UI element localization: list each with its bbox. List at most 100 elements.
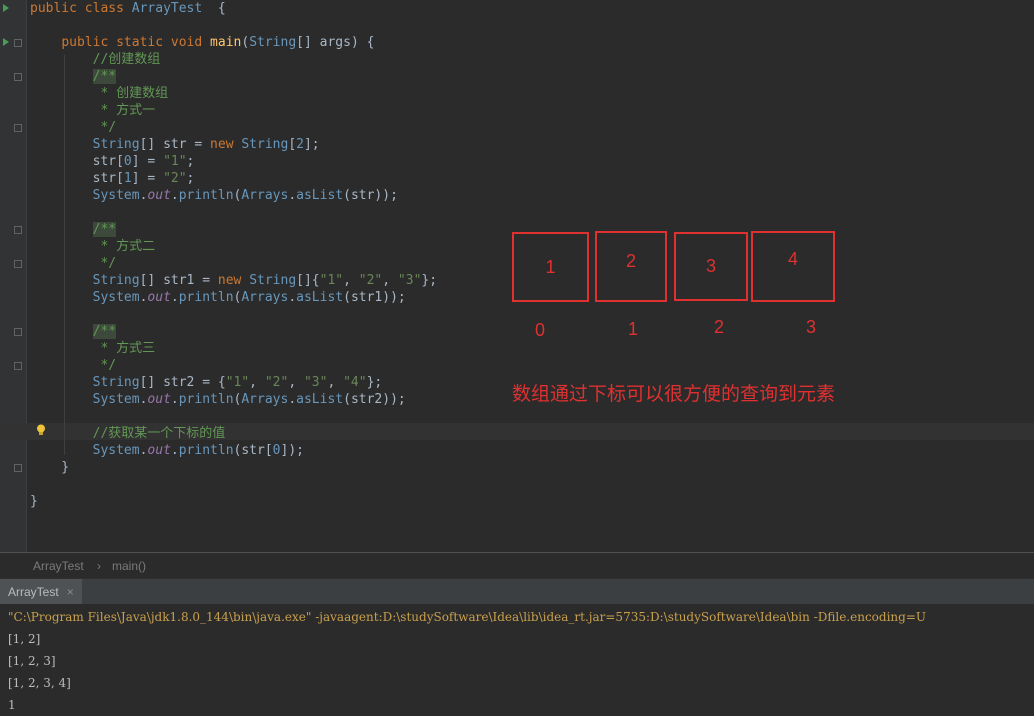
- code-token: [] str1 =: [139, 273, 218, 288]
- code-token: (str1));: [343, 290, 406, 305]
- tab-run-arraytest[interactable]: ArrayTest ×: [0, 579, 82, 605]
- code-token: String: [241, 137, 289, 152]
- fold-icon[interactable]: [14, 39, 22, 47]
- breadcrumb-method[interactable]: main(): [112, 559, 146, 573]
- console-output-line: 1: [8, 698, 16, 712]
- code-line[interactable]: }: [30, 459, 69, 476]
- console-output-line: [1, 2, 3, 4]: [8, 676, 71, 690]
- code-token: ];: [303, 137, 320, 152]
- code-token: class: [84, 1, 132, 16]
- run-main-icon[interactable]: [3, 38, 9, 46]
- code-line[interactable]: * 方式一: [30, 102, 155, 119]
- code-token: public: [30, 1, 85, 16]
- code-token: new: [217, 273, 250, 288]
- fold-icon[interactable]: [14, 464, 22, 472]
- code-token: str[: [30, 154, 124, 169]
- code-line[interactable]: //创建数组: [30, 51, 161, 68]
- code-token: 1: [123, 171, 132, 186]
- fold-icon[interactable]: [14, 73, 22, 81]
- code-line[interactable]: System.out.println(str[0]);: [30, 442, 304, 459]
- code-line[interactable]: * 创建数组: [30, 85, 168, 102]
- code-token: (str2));: [343, 392, 406, 407]
- code-line[interactable]: //获取某一个下标的值: [30, 425, 226, 442]
- close-icon[interactable]: ×: [67, 585, 74, 599]
- run-class-icon[interactable]: [3, 4, 9, 12]
- code-token: .: [170, 188, 179, 203]
- code-token: .: [288, 290, 297, 305]
- code-token: ;: [186, 154, 195, 169]
- code-token: out: [147, 392, 171, 407]
- array-box: 4: [751, 231, 835, 302]
- console-output[interactable]: "C:\Program Files\Java\jdk1.8.0_144\bin\…: [0, 604, 1034, 716]
- console-output-line: [1, 2, 3]: [8, 654, 56, 668]
- code-token: "4": [343, 375, 367, 390]
- code-line[interactable]: String[] str1 = new String[]{"1", "2", "…: [30, 272, 437, 289]
- array-index-label: 3: [806, 317, 817, 337]
- code-token: */: [92, 120, 117, 135]
- code-token: System: [92, 290, 140, 305]
- code-line[interactable]: /**: [30, 221, 117, 238]
- code-token: [: [288, 137, 297, 152]
- code-line[interactable]: System.out.println(Arrays.asList(str1));: [30, 289, 406, 306]
- code-token: .: [288, 188, 297, 203]
- code-token: */: [92, 256, 117, 271]
- fold-icon[interactable]: [14, 124, 22, 132]
- code-token: "1": [319, 273, 344, 288]
- code-line[interactable]: System.out.println(Arrays.asList(str));: [30, 187, 398, 204]
- array-index-label: 0: [535, 320, 546, 340]
- breadcrumb-class[interactable]: ArrayTest: [33, 559, 84, 573]
- code-line[interactable]: str[1] = "2";: [30, 170, 195, 187]
- code-token: }: [30, 494, 38, 509]
- code-token: 0: [123, 154, 132, 169]
- code-line[interactable]: /**: [30, 323, 117, 340]
- code-line[interactable]: */: [30, 255, 116, 272]
- code-token: ArrayTest: [131, 1, 203, 16]
- code-token: * 方式三: [92, 341, 156, 356]
- code-line[interactable]: String[] str2 = {"1", "2", "3", "4"};: [30, 374, 383, 391]
- code-line[interactable]: System.out.println(Arrays.asList(str2));: [30, 391, 406, 408]
- fold-icon[interactable]: [14, 362, 22, 370]
- code-token: out: [147, 188, 171, 203]
- code-token: String: [249, 35, 297, 50]
- fold-icon[interactable]: [14, 328, 22, 336]
- code-line[interactable]: /**: [30, 68, 117, 85]
- code-token: [] str =: [139, 137, 211, 152]
- code-line[interactable]: * 方式三: [30, 340, 155, 357]
- code-line[interactable]: public static void main(String[] args) {: [30, 34, 374, 51]
- array-index-label: 1: [628, 319, 639, 339]
- code-token: out: [147, 290, 171, 305]
- code-token: System: [92, 392, 140, 407]
- code-line[interactable]: */: [30, 119, 116, 136]
- code-token: asList: [296, 392, 344, 407]
- code-token: "2": [264, 375, 289, 390]
- code-token: "1": [225, 375, 250, 390]
- code-line[interactable]: public class ArrayTest {: [30, 0, 226, 17]
- code-token: ] =: [131, 154, 164, 169]
- code-token: str[: [30, 171, 124, 186]
- code-line[interactable]: String[] str = new String[2];: [30, 136, 320, 153]
- array-element-label: 2: [625, 251, 636, 271]
- code-token: String: [92, 137, 140, 152]
- array-box: 1: [512, 232, 589, 302]
- array-element-label: 1: [545, 256, 556, 277]
- code-line[interactable]: * 方式二: [30, 238, 155, 255]
- fold-icon[interactable]: [14, 226, 22, 234]
- code-line[interactable]: str[0] = "1";: [30, 153, 195, 170]
- tab-label: ArrayTest: [8, 585, 59, 599]
- code-line[interactable]: }: [30, 493, 38, 510]
- code-token: .: [288, 392, 297, 407]
- fold-icon[interactable]: [14, 260, 22, 268]
- line-gutter[interactable]: [0, 0, 27, 552]
- code-line[interactable]: */: [30, 357, 116, 374]
